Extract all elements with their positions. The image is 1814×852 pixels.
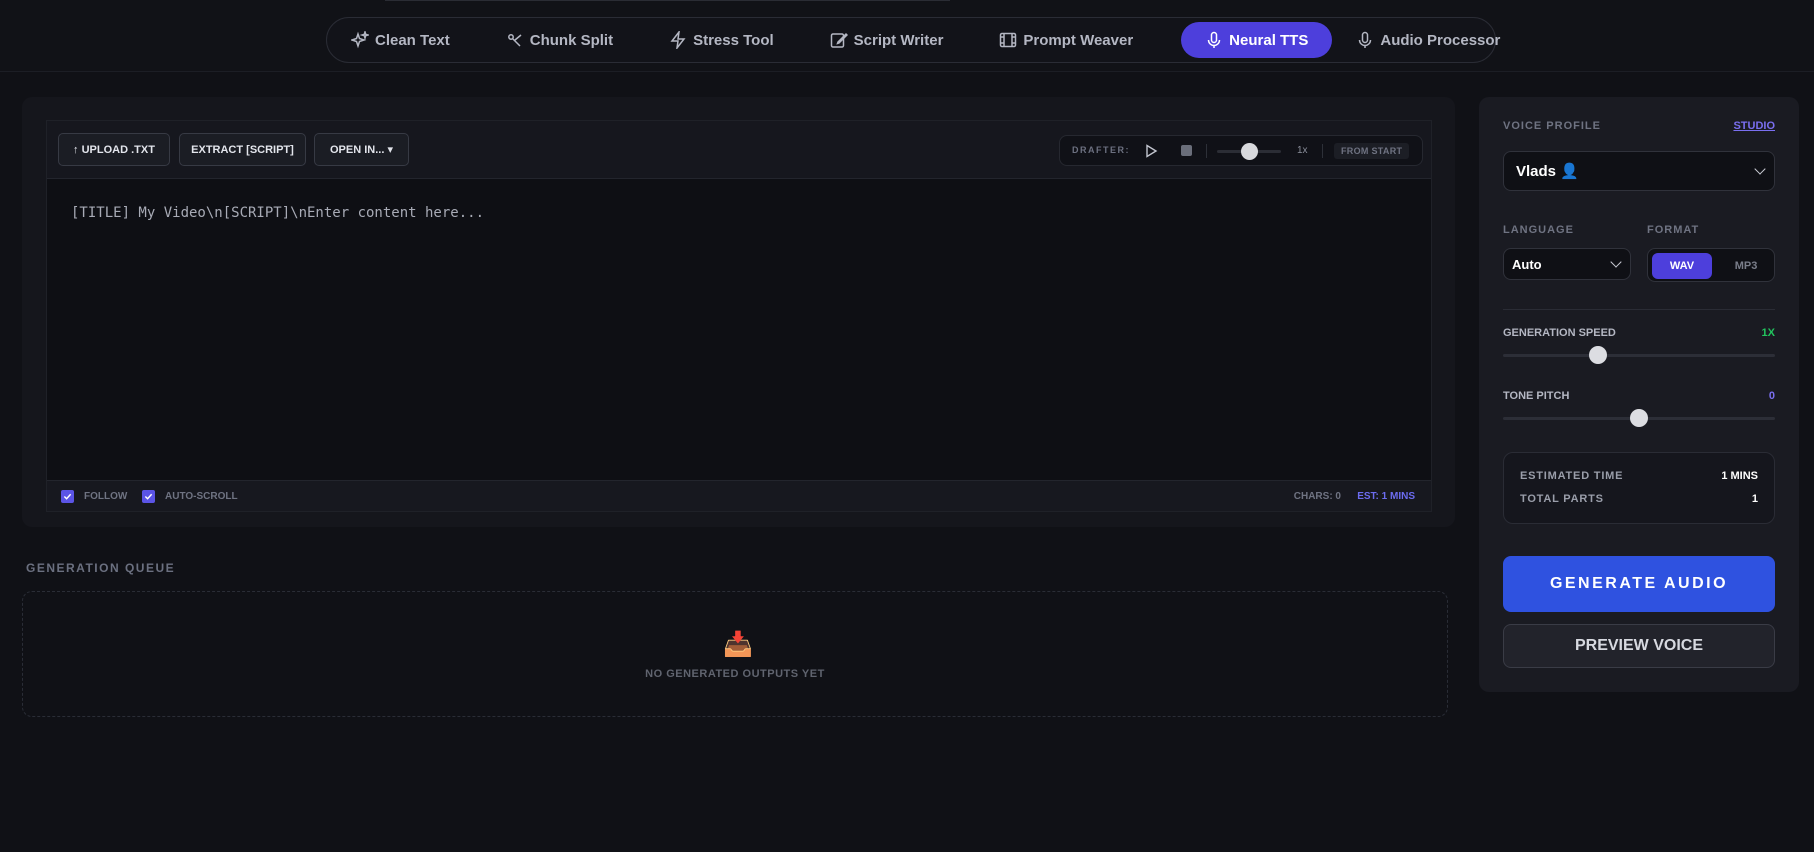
generate-audio-button[interactable]: GENERATE AUDIO	[1503, 556, 1775, 612]
top-bar: Clean Text Chunk Split Stress Tool Scrip…	[0, 0, 1814, 72]
lightning-icon	[669, 31, 687, 49]
tab-stress-tool[interactable]: Stress Tool	[669, 22, 798, 58]
tab-clean-text[interactable]: Clean Text	[351, 22, 474, 58]
drafter-rate-value: 1x	[1297, 145, 1308, 156]
voice-profile-value: Vlads 👤	[1516, 163, 1579, 180]
format-mp3-option[interactable]: MP3	[1720, 253, 1772, 279]
voice-profile-label: VOICE PROFILE	[1503, 120, 1601, 132]
tab-neural-tts[interactable]: Neural TTS	[1181, 22, 1333, 58]
stop-icon[interactable]	[1181, 145, 1192, 156]
open-in-dropdown[interactable]: OPEN IN... ▾	[314, 133, 409, 166]
estimated-time-row: ESTIMATED TIME 1 MINS	[1520, 470, 1758, 482]
speed-slider-thumb[interactable]	[1589, 346, 1608, 364]
script-textarea[interactable]: [TITLE] My Video\n[SCRIPT]\nEnter conten…	[71, 205, 484, 221]
format-wav-option[interactable]: WAV	[1652, 253, 1712, 279]
tab-audio-processor[interactable]: Audio Processor	[1356, 22, 1524, 58]
drafter-label: DRAFTER:	[1072, 145, 1130, 155]
divider	[1322, 144, 1323, 158]
pitch-value: 0	[1768, 390, 1775, 402]
pitch-label: TONE PITCH	[1503, 390, 1570, 402]
total-parts-row: TOTAL PARTS 1	[1520, 493, 1758, 505]
estimate-minutes: EST: 1 MINS	[1357, 491, 1415, 502]
tab-label: Script Writer	[853, 31, 944, 49]
check-icon	[63, 493, 72, 500]
queue-title: GENERATION QUEUE	[26, 561, 176, 575]
check-icon	[144, 493, 153, 500]
estimated-time-value: 1 MINS	[1721, 470, 1758, 482]
char-count: CHARS: 0	[1293, 491, 1341, 502]
upload-txt-button[interactable]: ↑ UPLOAD .TXT	[58, 133, 170, 166]
drafter-rate-thumb[interactable]	[1241, 143, 1258, 160]
editor-toolbar: ↑ UPLOAD .TXT EXTRACT [SCRIPT] OPEN IN..…	[47, 121, 1431, 179]
follow-label: FOLLOW	[84, 491, 128, 502]
extract-script-button[interactable]: EXTRACT [SCRIPT]	[179, 133, 306, 166]
tab-script-writer[interactable]: Script Writer	[830, 22, 968, 58]
format-toggle: WAV MP3	[1647, 248, 1775, 282]
from-start-button[interactable]: FROM START	[1334, 143, 1410, 159]
voice-profile-select[interactable]: Vlads 👤	[1503, 151, 1775, 191]
script-editor: ↑ UPLOAD .TXT EXTRACT [SCRIPT] OPEN IN..…	[46, 120, 1432, 512]
microphone-icon	[1356, 31, 1374, 49]
sparkles-icon	[351, 31, 369, 49]
pitch-slider-thumb[interactable]	[1630, 409, 1648, 427]
auto-scroll-label: AUTO-SCROLL	[165, 491, 238, 502]
preview-voice-button[interactable]: PREVIEW VOICE	[1503, 624, 1775, 668]
speed-slider[interactable]	[1503, 354, 1775, 357]
divider	[385, 0, 950, 1]
divider	[1206, 144, 1207, 158]
voice-settings-panel: VOICE PROFILE STUDIO Vlads 👤 LANGUAGE FO…	[1479, 97, 1799, 692]
tab-label: Stress Tool	[693, 31, 774, 49]
film-icon	[999, 31, 1017, 49]
generation-queue: 📥 NO GENERATED OUTPUTS YET	[22, 591, 1448, 717]
pencil-icon	[830, 31, 848, 49]
tab-prompt-weaver[interactable]: Prompt Weaver	[999, 22, 1157, 58]
divider	[1503, 309, 1775, 310]
total-parts-label: TOTAL PARTS	[1520, 493, 1604, 505]
tab-label: Prompt Weaver	[1023, 31, 1134, 49]
tab-chunk-split[interactable]: Chunk Split	[506, 22, 637, 58]
speed-value: 1X	[1761, 327, 1775, 339]
speed-label: GENERATION SPEED	[1503, 327, 1616, 339]
split-icon	[506, 31, 524, 49]
format-label: FORMAT	[1647, 224, 1700, 236]
follow-checkbox[interactable]	[61, 490, 74, 503]
estimated-time-label: ESTIMATED TIME	[1520, 470, 1624, 482]
language-select[interactable]: Auto	[1503, 248, 1631, 280]
chevron-down-icon	[1610, 256, 1622, 268]
inbox-icon: 📥	[723, 631, 753, 658]
tab-label: Clean Text	[375, 31, 450, 49]
auto-scroll-checkbox[interactable]	[142, 490, 155, 503]
tool-nav: Clean Text Chunk Split Stress Tool Scrip…	[326, 17, 1500, 63]
language-label: LANGUAGE	[1503, 224, 1574, 236]
drafter-controls: DRAFTER: 1x FROM START	[1059, 135, 1423, 166]
editor-footer: FOLLOW AUTO-SCROLL CHARS: 0 EST: 1 MINS	[47, 480, 1431, 511]
microphone-icon	[1205, 31, 1223, 49]
tab-label: Chunk Split	[529, 31, 614, 49]
play-icon[interactable]	[1144, 144, 1158, 158]
tab-label: Audio Processor	[1380, 31, 1501, 49]
chevron-down-icon	[1754, 163, 1766, 175]
studio-link[interactable]: STUDIO	[1733, 120, 1775, 132]
total-parts-value: 1	[1751, 493, 1758, 505]
tab-label: Neural TTS	[1229, 31, 1309, 49]
estimate-card: ESTIMATED TIME 1 MINS TOTAL PARTS 1	[1503, 452, 1775, 524]
queue-empty-text: NO GENERATED OUTPUTS YET	[645, 668, 825, 680]
language-value: Auto	[1512, 256, 1542, 272]
